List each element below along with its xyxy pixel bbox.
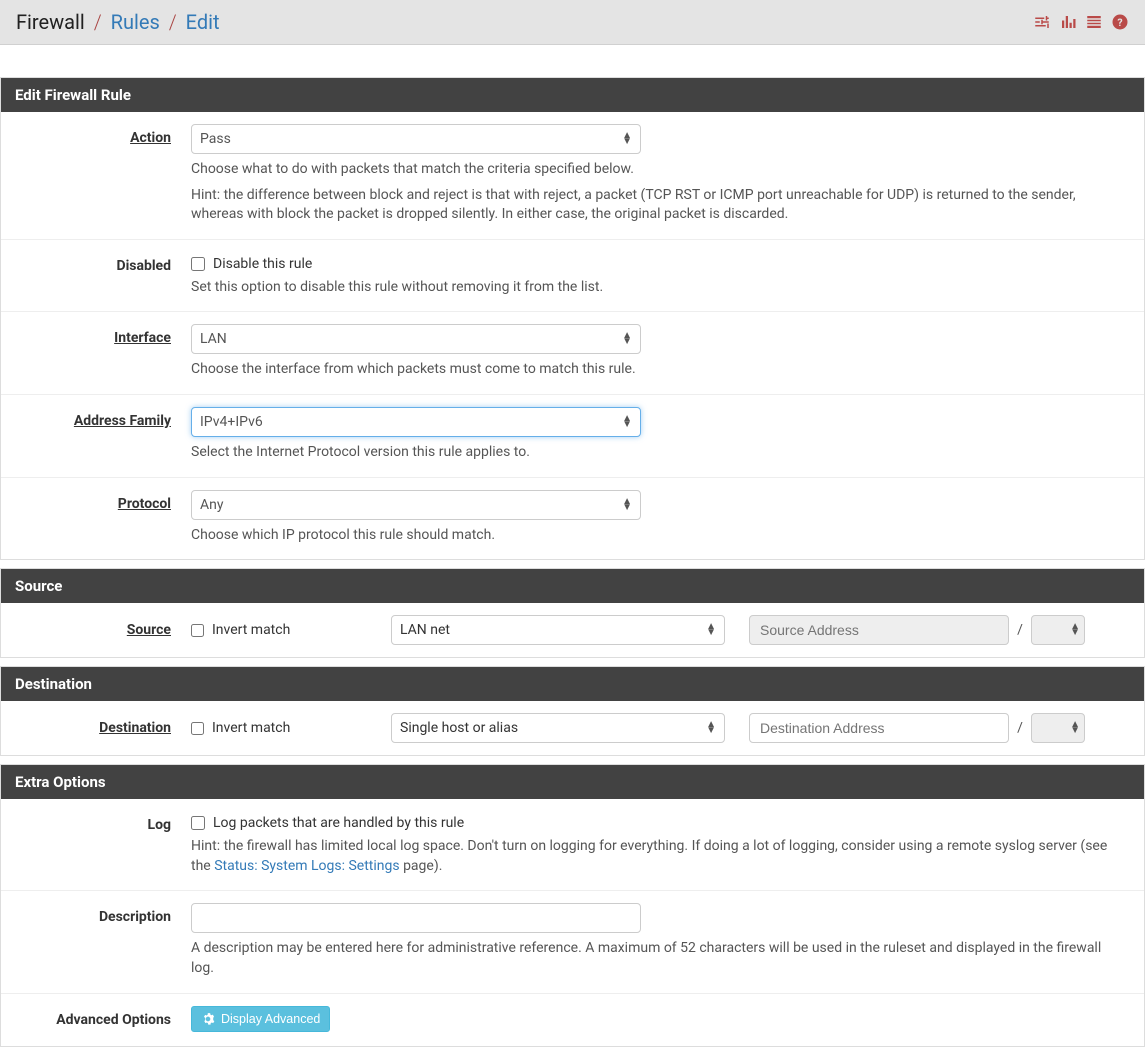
panel-source: Source Source Invert match LAN net ▲▼ / … (0, 568, 1145, 658)
sliders-icon[interactable] (1033, 13, 1051, 31)
label-interface: Interface (1, 324, 191, 380)
help-action-2: Hint: the difference between block and r… (191, 186, 1124, 225)
row-disabled: Disabled Disable this rule Set this opti… (1, 240, 1144, 313)
panel-destination: Destination Destination Invert match Sin… (0, 666, 1145, 756)
help-address-family: Select the Internet Protocol version thi… (191, 443, 1124, 463)
log-icon[interactable] (1085, 13, 1103, 31)
checkbox-destination-invert[interactable] (191, 722, 204, 735)
label-disabled: Disabled (1, 252, 191, 298)
help-icon[interactable]: ? (1111, 13, 1129, 31)
input-source-address (749, 615, 1009, 645)
chart-icon[interactable] (1059, 13, 1077, 31)
checkbox-log-label: Log packets that are handled by this rul… (213, 815, 464, 831)
header-toolbar: ? (1033, 13, 1129, 31)
button-display-advanced[interactable]: Display Advanced (191, 1006, 330, 1032)
label-source-invert: Invert match (212, 622, 290, 638)
chevron-updown-icon: ▲▼ (706, 722, 716, 734)
breadcrumb-rules[interactable]: Rules (111, 10, 160, 34)
help-log: Hint: the firewall has limited local log… (191, 837, 1124, 876)
select-action[interactable]: Pass ▲▼ (191, 124, 641, 154)
slash: / (1013, 622, 1027, 638)
button-display-advanced-label: Display Advanced (221, 1012, 320, 1026)
label-destination-invert: Invert match (212, 720, 290, 736)
help-action-1: Choose what to do with packets that matc… (191, 160, 1124, 180)
breadcrumb-sep: / (94, 10, 102, 34)
help-description: A description may be entered here for ad… (191, 939, 1124, 978)
page-header: Firewall / Rules / Edit ? (0, 0, 1145, 45)
link-syslog-settings[interactable]: Status: System Logs: Settings (214, 858, 399, 874)
label-log: Log (1, 811, 191, 876)
select-source-type[interactable]: LAN net ▲▼ (391, 615, 725, 645)
select-source-type-value: LAN net (400, 622, 450, 638)
row-address-family: Address Family IPv4+IPv6 ▲▼ Select the I… (1, 395, 1144, 478)
chevron-updown-icon: ▲▼ (622, 333, 632, 345)
checkbox-disabled[interactable] (191, 257, 205, 271)
select-destination-type-value: Single host or alias (400, 720, 518, 736)
svg-text:?: ? (1117, 16, 1122, 29)
panel-extra: Extra Options Log Log packets that are h… (0, 764, 1145, 1046)
row-description: Description A description may be entered… (1, 891, 1144, 993)
breadcrumb-edit: Edit (186, 10, 220, 34)
panel-title-extra: Extra Options (1, 765, 1144, 799)
select-interface[interactable]: LAN ▲▼ (191, 324, 641, 354)
chevron-updown-icon: ▲▼ (706, 624, 716, 636)
row-interface: Interface LAN ▲▼ Choose the interface fr… (1, 312, 1144, 395)
row-protocol: Protocol Any ▲▼ Choose which IP protocol… (1, 478, 1144, 560)
checkbox-disabled-label: Disable this rule (213, 256, 312, 272)
panel-title-source: Source (1, 569, 1144, 603)
select-protocol[interactable]: Any ▲▼ (191, 490, 641, 520)
panel-title-edit: Edit Firewall Rule (1, 78, 1144, 112)
row-source: Source Invert match LAN net ▲▼ / ▲▼ (1, 603, 1144, 657)
label-destination: Destination (1, 720, 191, 736)
help-interface: Choose the interface from which packets … (191, 360, 1124, 380)
label-source: Source (1, 622, 191, 638)
help-disabled: Set this option to disable this rule wit… (191, 278, 1124, 298)
label-protocol: Protocol (1, 490, 191, 546)
input-destination-address[interactable] (749, 713, 1009, 743)
label-advanced: Advanced Options (1, 1006, 191, 1032)
row-destination: Destination Invert match Single host or … (1, 701, 1144, 755)
breadcrumb: Firewall / Rules / Edit (16, 10, 220, 34)
panel-title-destination: Destination (1, 667, 1144, 701)
select-address-family[interactable]: IPv4+IPv6 ▲▼ (191, 407, 641, 437)
select-destination-type[interactable]: Single host or alias ▲▼ (391, 713, 725, 743)
checkbox-source-invert[interactable] (191, 624, 204, 637)
row-action: Action Pass ▲▼ Choose what to do with pa… (1, 112, 1144, 240)
input-description[interactable] (191, 903, 641, 933)
help-protocol: Choose which IP protocol this rule shoul… (191, 526, 1124, 546)
checkbox-log[interactable] (191, 816, 205, 830)
breadcrumb-sep: / (169, 10, 177, 34)
chevron-updown-icon: ▲▼ (1070, 624, 1080, 636)
select-action-value: Pass (200, 131, 231, 147)
breadcrumb-firewall[interactable]: Firewall (16, 10, 85, 34)
label-description: Description (1, 903, 191, 978)
slash: / (1013, 720, 1027, 736)
row-log: Log Log packets that are handled by this… (1, 799, 1144, 891)
chevron-updown-icon: ▲▼ (622, 133, 632, 145)
gear-icon (201, 1012, 215, 1026)
select-address-family-value: IPv4+IPv6 (200, 414, 263, 430)
row-advanced: Advanced Options Display Advanced (1, 994, 1144, 1046)
chevron-updown-icon: ▲▼ (1070, 722, 1080, 734)
help-log-post: page). (400, 858, 443, 874)
select-protocol-value: Any (200, 497, 224, 513)
chevron-updown-icon: ▲▼ (622, 416, 632, 428)
label-action: Action (1, 124, 191, 225)
label-address-family: Address Family (1, 407, 191, 463)
select-destination-mask: ▲▼ (1031, 713, 1085, 743)
panel-edit-rule: Edit Firewall Rule Action Pass ▲▼ Choose… (0, 77, 1145, 560)
select-interface-value: LAN (200, 331, 227, 347)
select-source-mask: ▲▼ (1031, 615, 1085, 645)
chevron-updown-icon: ▲▼ (622, 499, 632, 511)
